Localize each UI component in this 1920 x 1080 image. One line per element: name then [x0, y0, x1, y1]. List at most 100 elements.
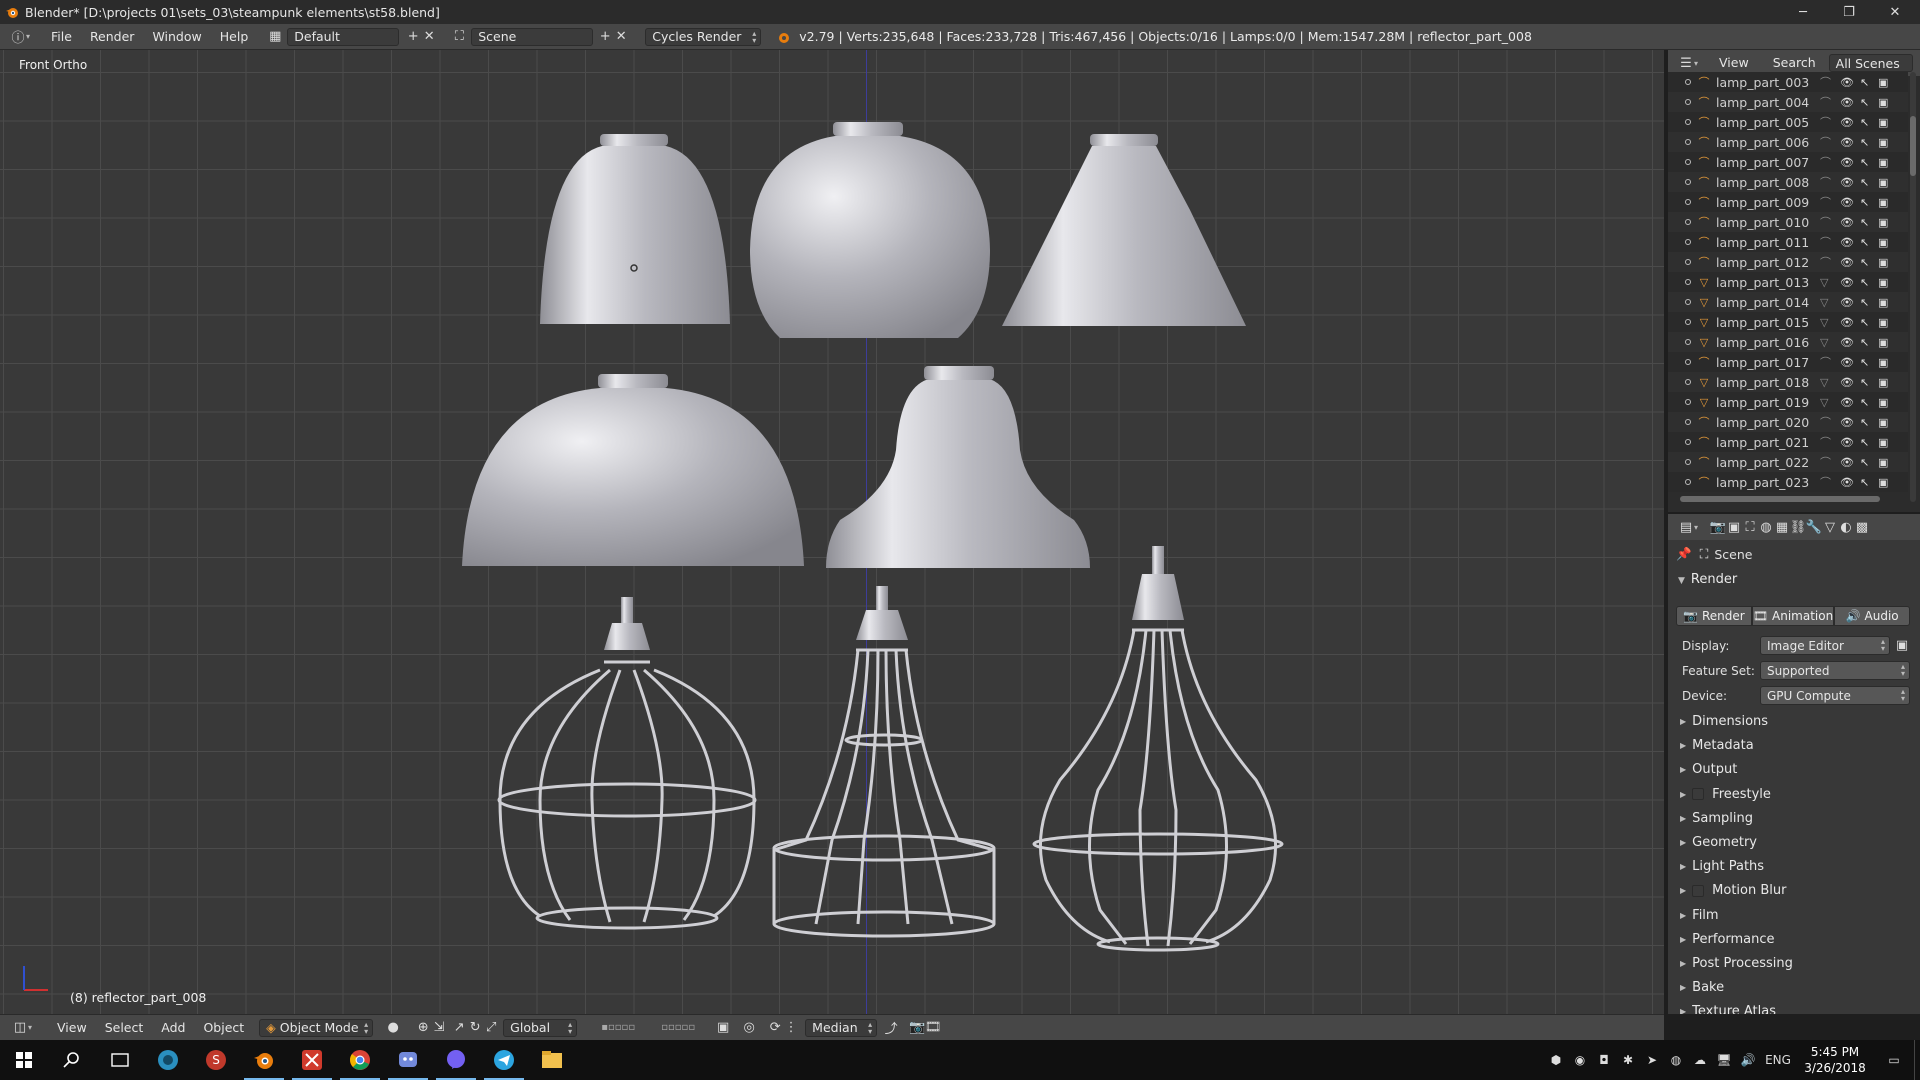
subpanel-light-paths[interactable]: ▶ Light Paths: [1680, 859, 1764, 874]
outliner-item[interactable]: ⌒ lamp_part_012 ⌒ 👁 ↖ ▣: [1668, 252, 1908, 272]
show-desktop-button[interactable]: [1914, 1040, 1920, 1080]
subpanel-sampling[interactable]: ▶ Sampling: [1680, 811, 1753, 826]
renderability-camera-icon[interactable]: ▣: [1878, 456, 1888, 469]
expand-dot-icon[interactable]: [1685, 459, 1691, 465]
renderability-camera-icon[interactable]: ▣: [1878, 376, 1888, 389]
viewport-menu-add[interactable]: Add: [152, 1018, 194, 1038]
explorer-icon[interactable]: [528, 1040, 576, 1080]
task-view-icon[interactable]: [96, 1040, 144, 1080]
menu-help[interactable]: Help: [211, 27, 258, 47]
tray-telegram-icon[interactable]: ➤: [1640, 1040, 1664, 1080]
renderability-camera-icon[interactable]: ▣: [1878, 276, 1888, 289]
outliner-item[interactable]: ▽ lamp_part_019 ▽ 👁 ↖ ▣: [1668, 392, 1908, 412]
renderability-camera-icon[interactable]: ▣: [1878, 436, 1888, 449]
outliner-menu-search[interactable]: Search: [1764, 53, 1825, 73]
expand-dot-icon[interactable]: [1685, 159, 1691, 165]
expand-dot-icon[interactable]: [1685, 319, 1691, 325]
layers-grid-2[interactable]: ▫▫▫▫▫: [651, 1020, 705, 1036]
tray-shield-icon[interactable]: ⬢: [1544, 1040, 1568, 1080]
lamp-shade-cone[interactable]: [1002, 134, 1246, 326]
outliner-item[interactable]: ⌒ lamp_part_005 ⌒ 👁 ↖ ▣: [1668, 112, 1908, 132]
tray-viber-icon[interactable]: ◍: [1664, 1040, 1688, 1080]
outliner-item[interactable]: ⌒ lamp_part_009 ⌒ 👁 ↖ ▣: [1668, 192, 1908, 212]
outliner-item[interactable]: ⌒ lamp_part_011 ⌒ 👁 ↖ ▣: [1668, 232, 1908, 252]
clock[interactable]: 5:45 PM 3/26/2018: [1796, 1044, 1874, 1076]
expand-dot-icon[interactable]: [1685, 199, 1691, 205]
mode-dropdown[interactable]: ◈ Object Mode ▴ ▾: [259, 1018, 374, 1037]
renderability-camera-icon[interactable]: ▣: [1878, 76, 1888, 89]
selectability-cursor-icon[interactable]: ↖: [1860, 196, 1869, 209]
discord-icon[interactable]: [384, 1040, 432, 1080]
layers-grid-1[interactable]: ▪▫▫▫▫: [591, 1020, 645, 1036]
renderability-camera-icon[interactable]: ▣: [1878, 236, 1888, 249]
pivot-point-icon[interactable]: ⊕: [415, 1020, 431, 1036]
selectability-cursor-icon[interactable]: ↖: [1860, 476, 1869, 489]
subpanel-film[interactable]: ▶ Film: [1680, 908, 1719, 923]
subpanel-output[interactable]: ▶ Output: [1680, 762, 1737, 777]
visibility-eye-icon[interactable]: 👁: [1840, 276, 1854, 289]
expand-dot-icon[interactable]: [1685, 399, 1691, 405]
visibility-eye-icon[interactable]: 👁: [1840, 476, 1854, 489]
3d-viewport[interactable]: Front Ortho (8) reflector_part_008: [0, 50, 1664, 1014]
renderability-camera-icon[interactable]: ▣: [1878, 336, 1888, 349]
animation-button[interactable]: 🎞 Animation: [1751, 606, 1835, 626]
add-layout-icon[interactable]: +: [405, 29, 421, 45]
viewport-shading-icon[interactable]: ●: [385, 1020, 401, 1036]
visibility-eye-icon[interactable]: 👁: [1840, 136, 1854, 149]
renderability-camera-icon[interactable]: ▣: [1878, 296, 1888, 309]
opengl-anim-icon[interactable]: 🎞: [925, 1020, 942, 1036]
editor-type-selector[interactable]: ⓘ ▾: [10, 27, 30, 47]
outliner-item[interactable]: ▽ lamp_part_013 ▽ 👁 ↖ ▣: [1668, 272, 1908, 292]
telegram-icon[interactable]: [480, 1040, 528, 1080]
expand-dot-icon[interactable]: [1685, 379, 1691, 385]
subpanel-texture-atlas[interactable]: ▶ Texture Atlas: [1680, 1004, 1776, 1014]
world-tab-icon[interactable]: ◍: [1758, 519, 1774, 535]
outliner-item[interactable]: ⌒ lamp_part_004 ⌒ 👁 ↖ ▣: [1668, 92, 1908, 112]
visibility-eye-icon[interactable]: 👁: [1840, 156, 1854, 169]
scene-tab-icon[interactable]: ⛶: [1742, 519, 1758, 535]
network-icon[interactable]: 🖥: [1712, 1040, 1736, 1080]
outliner-item[interactable]: ▽ lamp_part_018 ▽ 👁 ↖ ▣: [1668, 372, 1908, 392]
outliner-item[interactable]: ⌒ lamp_part_023 ⌒ 👁 ↖ ▣: [1668, 472, 1908, 492]
material-tab-icon[interactable]: ◐: [1838, 519, 1854, 535]
outliner-item[interactable]: ⌒ lamp_part_022 ⌒ 👁 ↖ ▣: [1668, 452, 1908, 472]
rotate-manipulator-icon[interactable]: ↻: [467, 1020, 483, 1036]
visibility-eye-icon[interactable]: 👁: [1840, 256, 1854, 269]
visibility-eye-icon[interactable]: 👁: [1840, 76, 1854, 89]
minimize-button[interactable]: ─: [1780, 0, 1826, 24]
visibility-eye-icon[interactable]: 👁: [1840, 216, 1854, 229]
selectability-cursor-icon[interactable]: ↖: [1860, 76, 1869, 89]
selectability-cursor-icon[interactable]: ↖: [1860, 416, 1869, 429]
selectability-cursor-icon[interactable]: ↖: [1860, 316, 1869, 329]
visibility-eye-icon[interactable]: 👁: [1840, 336, 1854, 349]
wire-cage-pear[interactable]: [1032, 546, 1284, 952]
visibility-eye-icon[interactable]: 👁: [1840, 356, 1854, 369]
subpanel-motion-blur[interactable]: ▶ Motion Blur: [1680, 883, 1786, 898]
outliner-item[interactable]: ▽ lamp_part_016 ▽ 👁 ↖ ▣: [1668, 332, 1908, 352]
subpanel-freestyle[interactable]: ▶ Freestyle: [1680, 787, 1771, 802]
renderability-camera-icon[interactable]: ▣: [1878, 216, 1888, 229]
audio-button[interactable]: 🔊 Audio: [1834, 606, 1911, 626]
outliner-editor-icon[interactable]: ☰: [1678, 55, 1694, 71]
maximize-button[interactable]: ❐: [1826, 0, 1872, 24]
subpanel-bake[interactable]: ▶ Bake: [1680, 980, 1724, 995]
render-layers-tab-icon[interactable]: ▣: [1726, 519, 1742, 535]
snap-target-dropdown[interactable]: Median ▴ ▾: [805, 1018, 878, 1037]
selectability-cursor-icon[interactable]: ↖: [1860, 256, 1869, 269]
renderability-camera-icon[interactable]: ▣: [1878, 396, 1888, 409]
device-dropdown[interactable]: GPU Compute ▴ ▾: [1760, 686, 1910, 705]
selectability-cursor-icon[interactable]: ↖: [1860, 136, 1869, 149]
selectability-cursor-icon[interactable]: ↖: [1860, 236, 1869, 249]
expand-dot-icon[interactable]: [1685, 99, 1691, 105]
tray-cloud-icon[interactable]: ☁: [1688, 1040, 1712, 1080]
selectability-cursor-icon[interactable]: ↖: [1860, 116, 1869, 129]
expand-dot-icon[interactable]: [1685, 299, 1691, 305]
outliner-item[interactable]: ▽ lamp_part_015 ▽ 👁 ↖ ▣: [1668, 312, 1908, 332]
expand-dot-icon[interactable]: [1685, 119, 1691, 125]
renderability-camera-icon[interactable]: ▣: [1878, 316, 1888, 329]
align-rotation-icon[interactable]: ⤴: [883, 1020, 899, 1037]
expand-dot-icon[interactable]: [1685, 259, 1691, 265]
visibility-eye-icon[interactable]: 👁: [1840, 416, 1854, 429]
enable-checkbox[interactable]: [1692, 788, 1705, 801]
subpanel-metadata[interactable]: ▶ Metadata: [1680, 738, 1754, 753]
